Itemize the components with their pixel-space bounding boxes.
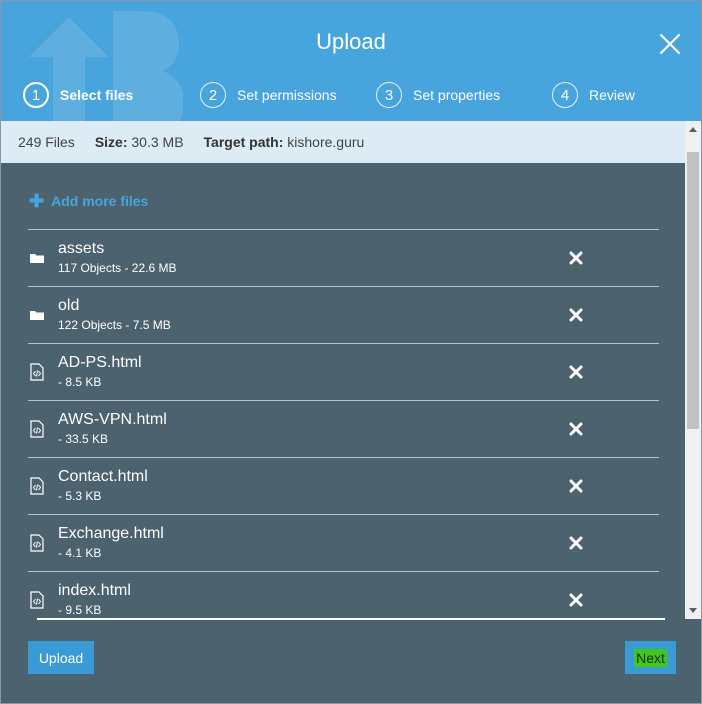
- code-file-icon: [30, 363, 44, 381]
- size-value: 30.3 MB: [131, 134, 184, 150]
- file-meta: - 5.3 KB: [58, 489, 102, 503]
- file-list-panel: ✚ Add more files assets 117 Objects - 22…: [1, 163, 685, 618]
- step-number: 4: [552, 82, 578, 108]
- file-meta: - 4.1 KB: [58, 546, 102, 560]
- remove-icon[interactable]: [569, 422, 583, 436]
- close-icon[interactable]: [655, 29, 685, 59]
- scrollbar[interactable]: [685, 121, 701, 619]
- size-key: Size:: [94, 134, 128, 150]
- file-name: Exchange.html: [58, 525, 164, 542]
- step-set-permissions[interactable]: 2 Set permissions: [200, 81, 337, 109]
- target-path-key: Target path:: [203, 134, 284, 150]
- remove-icon[interactable]: [569, 536, 583, 550]
- scrollbar-thumb[interactable]: [687, 152, 699, 429]
- wizard-steps: 1 Select files 2 Set permissions 3 Set p…: [1, 81, 701, 111]
- next-button-label: Next: [634, 648, 667, 667]
- dialog-title: Upload: [316, 29, 386, 54]
- file-meta: - 9.5 KB: [58, 603, 102, 617]
- upload-button[interactable]: Upload: [28, 641, 94, 674]
- step-label: Review: [589, 87, 635, 103]
- folder-icon: [30, 311, 44, 320]
- file-row-assets: assets 117 Objects - 22.6 MB: [28, 230, 659, 287]
- step-set-properties[interactable]: 3 Set properties: [376, 81, 500, 109]
- step-number: 3: [376, 82, 402, 108]
- file-row-old: old 122 Objects - 7.5 MB: [28, 287, 659, 344]
- scroll-down-icon[interactable]: [689, 608, 697, 613]
- file-name: AD-PS.html: [58, 354, 142, 371]
- file-row-contact: Contact.html - 5.3 KB: [28, 458, 659, 515]
- code-file-icon: [30, 477, 44, 495]
- step-label: Set permissions: [237, 87, 337, 103]
- dialog-header: Upload 1 Select files 2 Set permissions …: [1, 1, 701, 121]
- target-path: Target path: kishore.guru: [204, 134, 365, 150]
- next-button[interactable]: Next: [625, 641, 676, 674]
- file-list: assets 117 Objects - 22.6 MB old 122 Obj…: [28, 229, 659, 618]
- file-row-index: index.html - 9.5 KB: [28, 572, 659, 618]
- remove-icon[interactable]: [569, 365, 583, 379]
- add-more-files-label: Add more files: [51, 193, 149, 209]
- upload-dialog: Upload 1 Select files 2 Set permissions …: [0, 0, 702, 704]
- file-count: 249 Files: [18, 134, 75, 150]
- code-file-icon: [30, 534, 44, 552]
- total-size: Size: 30.3 MB: [95, 134, 184, 150]
- remove-icon[interactable]: [569, 308, 583, 322]
- remove-icon[interactable]: [569, 251, 583, 265]
- step-label: Select files: [60, 87, 134, 103]
- file-name: AWS-VPN.html: [58, 411, 167, 428]
- file-meta: 117 Objects - 22.6 MB: [58, 261, 177, 275]
- step-number: 1: [23, 82, 49, 108]
- step-review[interactable]: 4 Review: [552, 81, 635, 109]
- add-more-files-button[interactable]: ✚ Add more files: [29, 192, 148, 210]
- file-name: assets: [58, 240, 105, 257]
- remove-icon[interactable]: [569, 593, 583, 607]
- target-path-value: kishore.guru: [287, 134, 365, 150]
- step-number: 2: [200, 82, 226, 108]
- file-name: old: [58, 297, 80, 314]
- plus-icon: ✚: [29, 191, 45, 211]
- file-row-ad-ps: AD-PS.html - 8.5 KB: [28, 344, 659, 401]
- file-meta: - 8.5 KB: [58, 375, 102, 389]
- file-name: index.html: [58, 582, 131, 599]
- step-select-files[interactable]: 1 Select files: [23, 81, 133, 109]
- file-meta: - 33.5 KB: [58, 432, 109, 446]
- dialog-footer: Upload Next: [1, 620, 701, 703]
- file-row-exchange: Exchange.html - 4.1 KB: [28, 515, 659, 572]
- file-row-aws-vpn: AWS-VPN.html - 33.5 KB: [28, 401, 659, 458]
- upload-summary-bar: 249 Files Size: 30.3 MB Target path: kis…: [1, 121, 701, 163]
- remove-icon[interactable]: [569, 479, 583, 493]
- scroll-up-icon[interactable]: [689, 127, 697, 132]
- code-file-icon: [30, 420, 44, 438]
- step-label: Set properties: [413, 87, 501, 103]
- file-meta: 122 Objects - 7.5 MB: [58, 318, 171, 332]
- file-name: Contact.html: [58, 468, 148, 485]
- code-file-icon: [30, 591, 44, 609]
- folder-icon: [30, 254, 44, 263]
